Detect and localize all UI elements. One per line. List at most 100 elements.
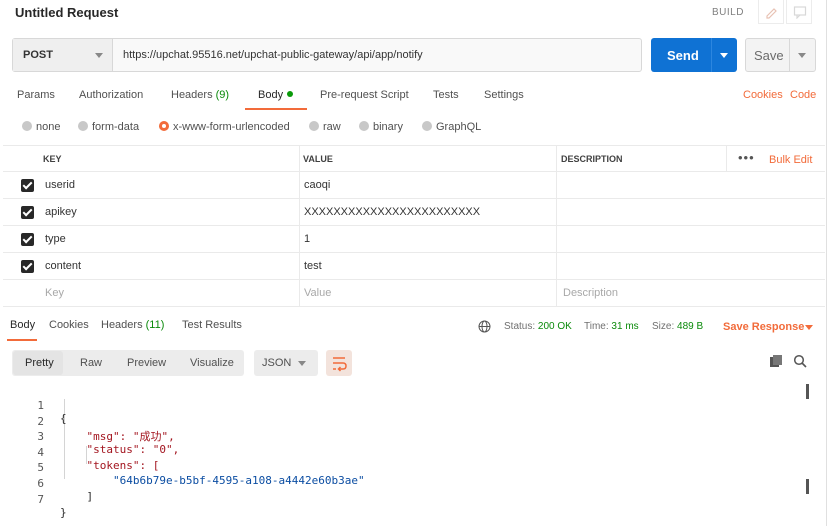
globe-icon[interactable] [478, 320, 491, 333]
radio-raw[interactable]: raw [309, 121, 341, 133]
row-checkbox[interactable] [21, 260, 34, 273]
save-label: Save [754, 48, 784, 63]
param-key[interactable]: content [45, 260, 81, 272]
column-divider [726, 146, 727, 171]
params-table: KEY VALUE DESCRIPTION ••• Bulk Edit user… [3, 145, 825, 307]
response-tab-headers[interactable]: Headers (11) [101, 319, 164, 331]
active-tab-indicator [7, 339, 37, 341]
header-value: VALUE [303, 154, 333, 164]
more-options-icon[interactable]: ••• [738, 150, 755, 165]
radio-form-data-label: form-data [92, 121, 140, 133]
column-divider [299, 280, 300, 306]
build-label[interactable]: BUILD [712, 7, 744, 18]
time-readout: Time: 31 ms [584, 321, 639, 332]
tab-headers[interactable]: Headers (9) [171, 89, 229, 101]
param-value[interactable]: caoqi [304, 179, 330, 191]
new-description-input[interactable]: Description [563, 287, 618, 299]
code-line: 2 "msg": "成功", [0, 402, 174, 443]
method-select[interactable]: POST [13, 39, 113, 71]
code-text: "status": "0", [60, 443, 180, 457]
param-key[interactable]: userid [45, 179, 75, 191]
code-link[interactable]: Code [790, 89, 816, 101]
tab-headers-count: (9) [215, 89, 230, 101]
column-divider [299, 253, 300, 279]
code-text: { [60, 412, 67, 425]
table-row: userid caoqi [3, 172, 825, 199]
response-tab-cookies[interactable]: Cookies [49, 319, 89, 331]
tab-tests[interactable]: Tests [433, 89, 459, 101]
response-tab-headers-label: Headers [101, 319, 143, 331]
view-visualize[interactable]: Visualize [190, 357, 234, 369]
param-value[interactable]: test [304, 260, 322, 272]
tab-authorization[interactable]: Authorization [79, 89, 143, 101]
status-label: Status: [504, 321, 536, 332]
tab-params[interactable]: Params [17, 89, 55, 101]
header-description: DESCRIPTION [561, 154, 623, 164]
format-select[interactable]: JSON [254, 350, 318, 376]
wrap-lines-button[interactable] [326, 350, 352, 376]
comments-button[interactable] [786, 0, 812, 24]
request-title[interactable]: Untitled Request [15, 5, 118, 20]
param-key[interactable]: apikey [45, 206, 77, 218]
view-raw[interactable]: Raw [80, 357, 102, 369]
view-preview[interactable]: Preview [127, 357, 166, 369]
radio-none-label: none [36, 121, 61, 133]
radio-icon [78, 121, 88, 131]
column-divider [556, 253, 557, 279]
chevron-down-icon[interactable] [805, 325, 813, 330]
tab-body[interactable]: Body [258, 89, 294, 101]
scrollbar-marker[interactable] [806, 384, 809, 399]
chevron-down-icon[interactable] [798, 53, 806, 58]
radio-binary-label: binary [373, 121, 403, 133]
tab-prerequest-script[interactable]: Pre-request Script [320, 89, 409, 101]
url-input[interactable]: https://upchat.95516.net/upchat-public-g… [123, 49, 423, 61]
method-label: POST [23, 49, 53, 61]
radio-none[interactable]: none [22, 121, 60, 133]
scrollbar-marker[interactable] [806, 479, 809, 494]
tab-headers-label: Headers [171, 89, 213, 101]
radio-binary[interactable]: binary [359, 121, 403, 133]
tab-settings[interactable]: Settings [484, 89, 524, 101]
column-divider [556, 199, 557, 225]
radio-icon [309, 121, 319, 131]
response-tabs: Body Cookies Headers (11) Test Results S… [0, 314, 832, 342]
size-readout: Size: 489 B [652, 321, 703, 332]
chevron-down-icon[interactable] [720, 53, 728, 58]
save-response-button[interactable]: Save Response [723, 321, 804, 333]
new-key-input[interactable]: Key [45, 287, 64, 299]
tab-body-label: Body [258, 89, 284, 101]
search-icon[interactable] [793, 354, 807, 368]
edit-button[interactable] [758, 0, 784, 24]
row-checkbox[interactable] [21, 179, 34, 192]
size-value: 489 B [677, 321, 704, 332]
format-label: JSON [262, 357, 292, 369]
response-tab-test-results[interactable]: Test Results [182, 319, 242, 331]
param-key[interactable]: type [45, 233, 66, 245]
copy-icon[interactable] [769, 354, 783, 368]
radio-graphql[interactable]: GraphQL [422, 121, 481, 133]
new-value-input[interactable]: Value [304, 287, 331, 299]
size-label: Size: [652, 321, 675, 332]
save-button[interactable]: Save [745, 38, 816, 72]
view-pretty[interactable]: Pretty [25, 357, 54, 369]
response-tab-body[interactable]: Body [10, 319, 35, 331]
row-checkbox[interactable] [21, 233, 34, 246]
column-divider [299, 172, 300, 198]
radio-raw-label: raw [323, 121, 341, 133]
cookies-link[interactable]: Cookies [743, 89, 783, 101]
param-value[interactable]: 1 [304, 233, 310, 245]
active-tab-indicator [245, 108, 307, 110]
param-value[interactable]: XXXXXXXXXXXXXXXXXXXXXXXX [304, 206, 480, 218]
pencil-icon [766, 8, 777, 19]
response-body-code[interactable]: 1 { 2 "msg": "成功", 3 "status": "0", 4 "t… [0, 384, 832, 519]
column-divider [556, 146, 557, 171]
title-bar: Untitled Request BUILD [0, 0, 832, 26]
radio-form-data[interactable]: form-data [78, 121, 139, 133]
radio-urlencoded[interactable]: x-www-form-urlencoded [159, 121, 290, 133]
line-number: 7 [37, 492, 44, 506]
send-button[interactable]: Send [651, 38, 737, 72]
bulk-edit-link[interactable]: Bulk Edit [769, 154, 812, 166]
row-checkbox[interactable] [21, 206, 34, 219]
code-text: "64b6b79e-b5bf-4595-a108-a4442e60b3ae" [60, 474, 365, 488]
save-divider [789, 39, 790, 71]
